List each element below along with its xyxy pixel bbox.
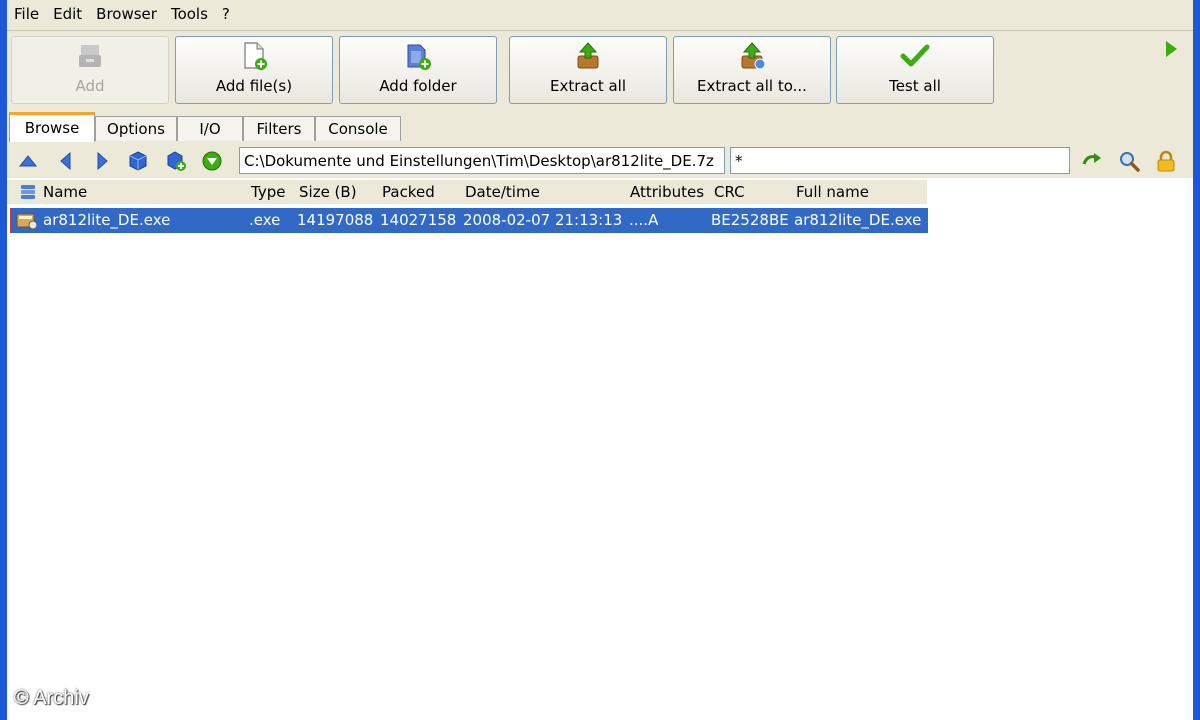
checkmark-icon [900, 44, 930, 67]
tab-bar: Browse Options I/O Filters Console [7, 110, 1193, 143]
cell-attributes: ....A [629, 211, 659, 229]
add-archive-cube-icon[interactable] [165, 150, 187, 172]
window-border-left [0, 0, 7, 720]
add-button[interactable]: Add [11, 36, 169, 104]
column-header-full-name[interactable]: Full name [796, 180, 869, 204]
menu-edit[interactable]: Edit [46, 0, 89, 28]
navigation-bar [7, 142, 1193, 178]
tab-console[interactable]: Console [315, 116, 401, 141]
column-header-size[interactable]: Size (B) [299, 180, 357, 204]
extract-all-button-label: Extract all [549, 77, 627, 95]
go-arrow-icon[interactable] [1081, 150, 1103, 172]
lock-icon[interactable] [1155, 150, 1177, 172]
search-icon[interactable] [1118, 150, 1140, 172]
tab-io[interactable]: I/O [177, 116, 243, 141]
add-files-button[interactable]: Add file(s) [175, 36, 333, 104]
add-button-label: Add [75, 77, 105, 95]
add-folder-button-label: Add folder [379, 77, 457, 95]
up-arrow-icon[interactable] [17, 150, 39, 172]
forward-arrow-icon[interactable] [91, 150, 113, 172]
menu-help[interactable]: ? [215, 0, 237, 28]
extract-icon [577, 42, 599, 69]
cell-name: ar812lite_DE.exe [43, 211, 171, 229]
tab-options[interactable]: Options [95, 116, 177, 141]
test-all-button-label: Test all [889, 77, 941, 95]
table-row[interactable]: ar812lite_DE.exe .exe 14197088 14027158 … [10, 208, 928, 233]
menu-browser[interactable]: Browser [89, 0, 164, 28]
menu-tools[interactable]: Tools [164, 0, 215, 28]
add-file-icon [244, 42, 267, 70]
file-list: Name Type Size (B) Packed Date/time Attr… [7, 180, 1193, 720]
toolbar: Add Add file(s) Add folder Extract all E… [7, 30, 1193, 109]
extract-all-button[interactable]: Extract all [509, 36, 667, 104]
column-header-name[interactable]: Name [43, 180, 87, 204]
cell-full-name: ar812lite_DE.exe [794, 211, 922, 229]
window-border-right [1193, 0, 1200, 720]
add-folder-icon [407, 44, 431, 70]
add-folder-button[interactable]: Add folder [339, 36, 497, 104]
column-header-attributes[interactable]: Attributes [630, 180, 704, 204]
list-header: Name Type Size (B) Packed Date/time Attr… [7, 180, 927, 204]
extract-to-icon [741, 42, 766, 70]
column-header-datetime[interactable]: Date/time [465, 180, 540, 204]
watermark: © Archiv [14, 687, 89, 709]
cell-packed: 14027158 [380, 211, 457, 229]
tab-filters[interactable]: Filters [243, 116, 315, 141]
cell-type: .exe [249, 211, 281, 229]
menu-bar: File Edit Browser Tools ? [7, 0, 1193, 28]
test-all-button[interactable]: Test all [836, 36, 994, 104]
cell-datetime: 2008-02-07 21:13:13 [463, 211, 623, 229]
back-arrow-icon[interactable] [55, 150, 77, 172]
archive-cube-icon[interactable] [127, 150, 149, 172]
column-header-crc[interactable]: CRC [714, 180, 745, 204]
menu-file[interactable]: File [7, 0, 46, 28]
column-header-type[interactable]: Type [251, 180, 285, 204]
cell-size: 14197088 [297, 211, 374, 229]
cell-crc: BE2528BE [711, 211, 789, 229]
add-archive-icon [79, 45, 101, 67]
filter-input[interactable] [730, 147, 1070, 174]
add-files-button-label: Add file(s) [215, 77, 293, 95]
filter-funnel-icon[interactable] [201, 150, 223, 172]
exe-file-icon [16, 213, 38, 230]
run-arrow-icon[interactable] [1166, 41, 1177, 57]
path-input[interactable] [239, 147, 725, 174]
tab-browse[interactable]: Browse [9, 112, 95, 143]
column-chooser-icon[interactable] [19, 184, 37, 200]
extract-all-to-button-label: Extract all to... [697, 77, 807, 95]
extract-all-to-button[interactable]: Extract all to... [673, 36, 831, 104]
column-header-packed[interactable]: Packed [382, 180, 435, 204]
main-panel: Browse Options I/O Filters Console C:\Do… [7, 110, 1193, 720]
